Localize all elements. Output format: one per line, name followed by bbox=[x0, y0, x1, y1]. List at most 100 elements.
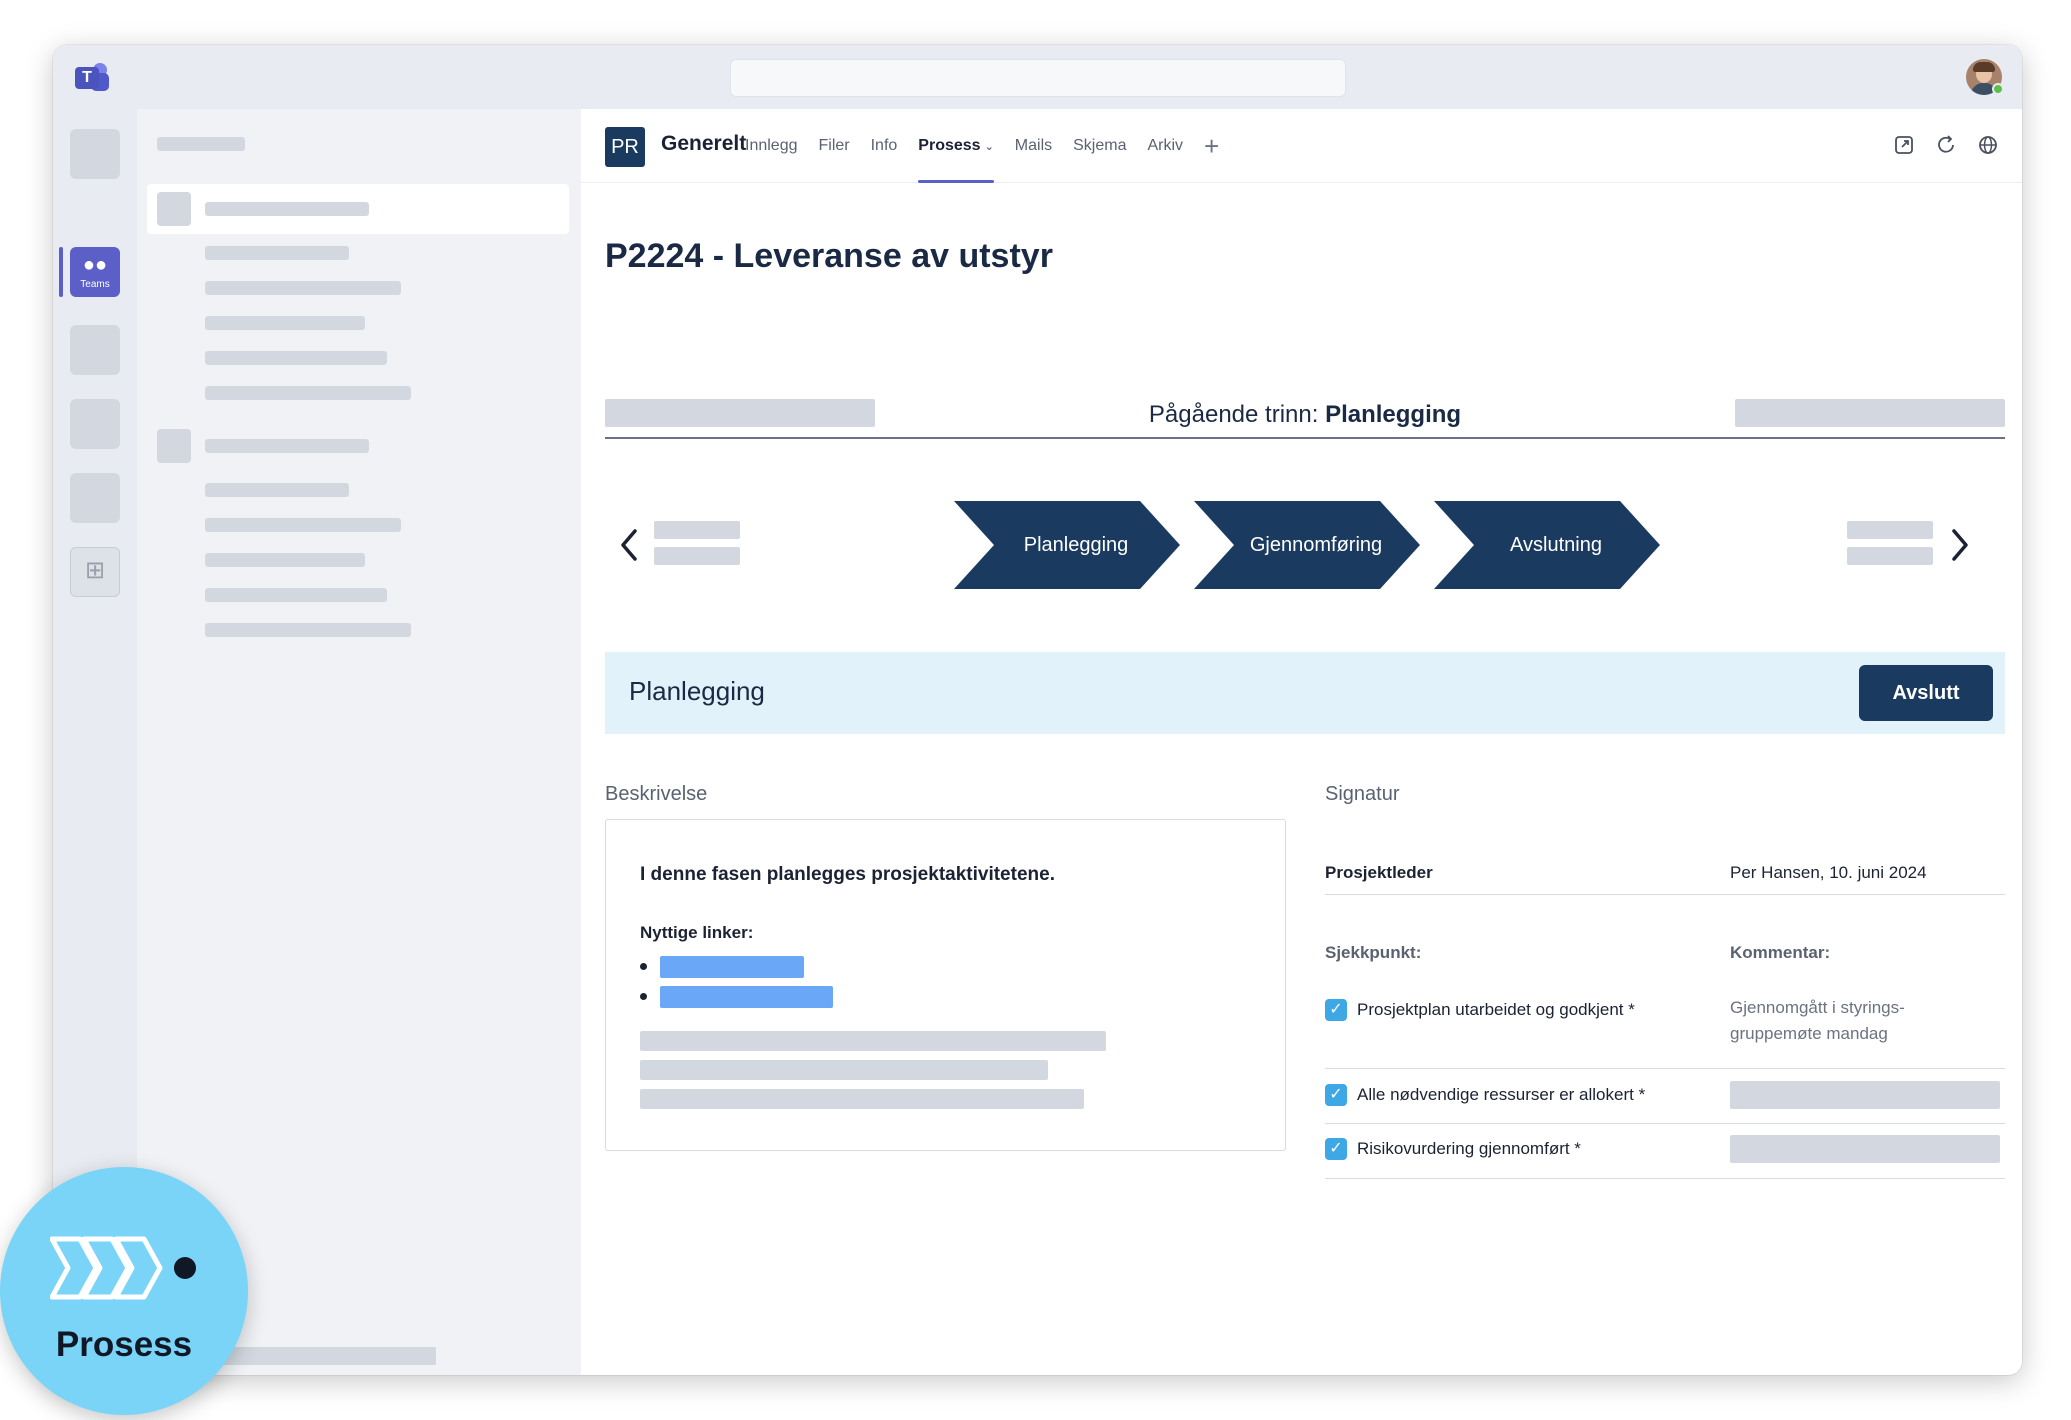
tab-arkiv[interactable]: Arkiv bbox=[1147, 109, 1183, 183]
placeholder-bar bbox=[157, 137, 245, 151]
bullet bbox=[640, 993, 647, 1000]
checkbox-checked[interactable]: ✓ bbox=[1325, 1084, 1347, 1106]
step-avslutning[interactable]: Avslutning bbox=[1434, 501, 1660, 589]
description-heading: Beskrivelse bbox=[605, 783, 708, 805]
checkpoint-row: ✓ Alle nødvendige ressurser er allokert … bbox=[1325, 1069, 2005, 1124]
rail-active-indicator bbox=[59, 247, 63, 297]
checkpoint-label: Prosjektplan utarbeidet og godkjent * bbox=[1357, 1000, 1635, 1019]
comment-column-header: Kommentar: bbox=[1730, 943, 1831, 962]
team-row-selected[interactable] bbox=[147, 184, 569, 234]
current-stage-row: Pågående trinn: Planlegging bbox=[605, 387, 2005, 439]
checkpoint-comment: Gjennomgått i styrings-gruppemøte mandag bbox=[1730, 998, 1905, 1043]
channel-item-placeholder[interactable] bbox=[205, 316, 365, 330]
checkpoint-label: Risikovurdering gjennomført * bbox=[1357, 1139, 1581, 1158]
badge-label: Prosess bbox=[55, 1325, 193, 1364]
channel-item-placeholder[interactable] bbox=[205, 483, 349, 497]
placeholder-bar bbox=[654, 547, 740, 565]
rail-item-teams[interactable]: ●● Teams bbox=[70, 247, 120, 297]
rail-item[interactable] bbox=[70, 325, 120, 375]
tab-bar: PR Generelt Innlegg Filer Info Prosess ⌄ … bbox=[581, 109, 2022, 183]
channel-item-placeholder[interactable] bbox=[205, 386, 411, 400]
channel-list bbox=[137, 109, 581, 1375]
search-input[interactable] bbox=[730, 59, 1346, 97]
tab-filer[interactable]: Filer bbox=[819, 109, 850, 183]
channel-item-placeholder[interactable] bbox=[205, 281, 401, 295]
rail-item-label: Teams bbox=[80, 279, 110, 290]
channel-item-placeholder[interactable] bbox=[205, 518, 401, 532]
team-avatar-placeholder[interactable] bbox=[157, 429, 191, 463]
comment-input-placeholder[interactable] bbox=[1730, 1081, 2000, 1109]
comment-input-placeholder[interactable] bbox=[1730, 1135, 2000, 1163]
placeholder-bar bbox=[205, 202, 369, 216]
placeholder-bar bbox=[1735, 399, 2005, 427]
page-title: P2224 - Leveranse av utstyr bbox=[605, 237, 1053, 275]
refresh-icon[interactable] bbox=[1934, 133, 1958, 157]
description-box: I denne fasen planlegges prosjektaktivit… bbox=[605, 819, 1286, 1151]
stage-current: Planlegging bbox=[1325, 401, 1462, 428]
rail-item[interactable] bbox=[70, 129, 120, 179]
channel-name: Generelt bbox=[661, 132, 747, 155]
tab-prosess[interactable]: Prosess ⌄ bbox=[918, 109, 995, 183]
channel-item-placeholder[interactable] bbox=[205, 351, 387, 365]
channel-item-placeholder[interactable] bbox=[205, 623, 411, 637]
placeholder-bar bbox=[1847, 547, 1933, 565]
bullet bbox=[640, 963, 647, 970]
step-label: Avslutning bbox=[1510, 534, 1602, 556]
step-gjennomforing[interactable]: Gjennomføring bbox=[1194, 501, 1420, 589]
tab-mails[interactable]: Mails bbox=[1015, 109, 1052, 183]
placeholder-bar bbox=[654, 521, 740, 539]
step-label: Planlegging bbox=[1023, 534, 1129, 556]
checkbox-checked[interactable]: ✓ bbox=[1325, 999, 1347, 1021]
teams-window: T ●● Teams ⊞ PR Generelt Innlegg Filer I… bbox=[53, 45, 2022, 1375]
phase-name: Planlegging bbox=[629, 676, 765, 706]
link-placeholder[interactable] bbox=[660, 956, 804, 978]
popout-icon[interactable] bbox=[1892, 133, 1916, 157]
checkbox-checked[interactable]: ✓ bbox=[1325, 1138, 1347, 1160]
checkpoint-column-header: Sjekkpunkt: bbox=[1325, 943, 1422, 962]
useful-links-heading: Nyttige linker: bbox=[640, 923, 754, 942]
chevron-down-icon: ⌄ bbox=[984, 141, 994, 153]
process-chevrons-icon bbox=[49, 1233, 210, 1303]
stage-prefix: Pågående trinn: bbox=[1148, 401, 1319, 428]
channel-badge: PR bbox=[605, 127, 645, 167]
add-app-button[interactable]: ⊞ bbox=[70, 547, 120, 597]
placeholder-bar bbox=[220, 1347, 436, 1365]
tab-info[interactable]: Info bbox=[871, 109, 898, 183]
step-planlegging[interactable]: Planlegging bbox=[954, 501, 1180, 589]
checkpoint-row: ✓ Risikovurdering gjennomført * bbox=[1325, 1124, 2005, 1179]
channel-item-placeholder[interactable] bbox=[205, 246, 349, 260]
placeholder-bar bbox=[640, 1089, 1084, 1109]
placeholder-bar bbox=[640, 1060, 1048, 1080]
rail-item[interactable] bbox=[70, 399, 120, 449]
description-lead: I denne fasen planlegges prosjektaktivit… bbox=[640, 864, 1055, 885]
placeholder-bar bbox=[1847, 521, 1933, 539]
tabs: Innlegg Filer Info Prosess ⌄ Mails Skjema… bbox=[745, 109, 1240, 183]
signature-heading: Signatur bbox=[1325, 783, 1400, 805]
teams-logo-icon[interactable]: T bbox=[75, 61, 109, 93]
globe-icon[interactable] bbox=[1976, 133, 2000, 157]
tab-actions bbox=[1892, 133, 2000, 157]
signature-value: Per Hansen, 10. juni 2024 bbox=[1730, 863, 1927, 882]
placeholder-bar bbox=[640, 1031, 1106, 1051]
channel-item-placeholder[interactable] bbox=[205, 588, 387, 602]
avslutt-button[interactable]: Avslutt bbox=[1859, 665, 1993, 721]
add-tab-button[interactable]: + bbox=[1204, 109, 1219, 183]
tab-innlegg[interactable]: Innlegg bbox=[745, 109, 798, 183]
signature-role: Prosjektleder bbox=[1325, 863, 1433, 882]
title-bar: T bbox=[53, 45, 2022, 109]
teams-icon: ●● bbox=[82, 254, 108, 276]
link-placeholder[interactable] bbox=[660, 986, 833, 1008]
checkpoint-label: Alle nødvendige ressurser er allokert * bbox=[1357, 1085, 1646, 1104]
channel-item-placeholder[interactable] bbox=[205, 553, 365, 567]
tab-skjema[interactable]: Skjema bbox=[1073, 109, 1126, 183]
chevron-right-icon[interactable] bbox=[1948, 525, 1972, 565]
phase-header: Planlegging Avslutt bbox=[605, 652, 2005, 734]
chevron-left-icon[interactable] bbox=[617, 525, 641, 565]
process-flow: Planlegging Gjennomføring Avslutning bbox=[581, 489, 2022, 599]
placeholder-bar bbox=[205, 439, 369, 453]
presence-available-icon bbox=[1992, 83, 2004, 95]
step-label: Gjennomføring bbox=[1249, 534, 1383, 556]
tab-label: Prosess bbox=[918, 137, 981, 154]
prosess-badge: Prosess bbox=[0, 1167, 248, 1415]
rail-item[interactable] bbox=[70, 473, 120, 523]
